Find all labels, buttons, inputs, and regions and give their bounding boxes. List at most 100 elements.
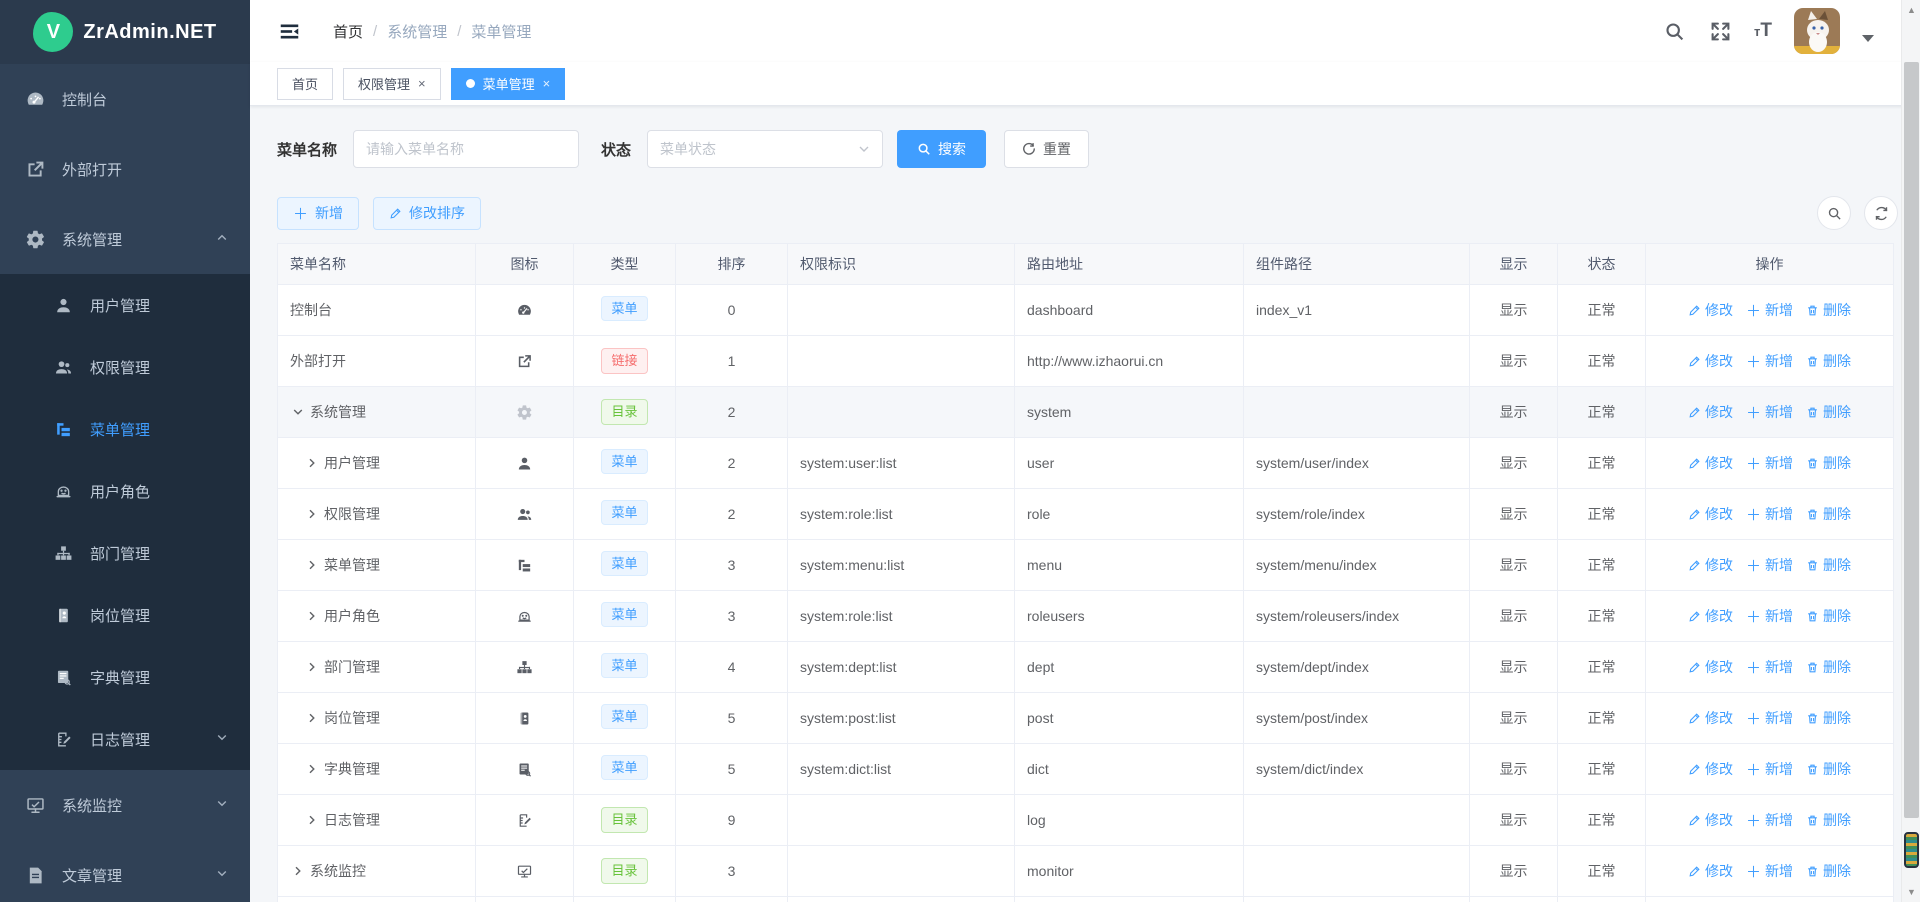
row-action-删除[interactable]: 删除	[1806, 708, 1851, 728]
column-header-权限标识: 权限标识	[788, 244, 1015, 285]
search-icon[interactable]	[1662, 19, 1686, 43]
trash-icon	[1806, 508, 1819, 521]
row-action-修改[interactable]: 修改	[1688, 300, 1733, 320]
add-button[interactable]: ＋ 新增	[277, 197, 359, 230]
row-actions: 修改 ＋新增删除	[1658, 861, 1881, 882]
row-expand-expand-icon[interactable]	[304, 457, 320, 469]
row-action-修改[interactable]: 修改	[1688, 504, 1733, 524]
row-action-修改[interactable]: 修改	[1688, 402, 1733, 422]
row-action-删除[interactable]: 删除	[1806, 759, 1851, 779]
row-action-修改[interactable]: 修改	[1688, 657, 1733, 677]
row-action-新增[interactable]: ＋新增	[1746, 861, 1793, 882]
font-size-icon[interactable]: тT	[1754, 20, 1772, 42]
sidebar-collapse-icon[interactable]	[277, 19, 301, 43]
row-action-新增[interactable]: ＋新增	[1746, 504, 1793, 525]
breadcrumb-home[interactable]: 首页	[333, 21, 363, 42]
menu-name: 日志管理	[324, 810, 380, 830]
row-action-删除[interactable]: 删除	[1806, 657, 1851, 677]
sidebar-item-文章管理[interactable]: 文章管理	[0, 840, 250, 902]
status-select[interactable]: 菜单状态	[647, 130, 883, 168]
scrollbar-thumb[interactable]	[1904, 62, 1919, 818]
row-action-删除[interactable]: 删除	[1806, 555, 1851, 575]
sidebar-item-菜单管理[interactable]: 菜单管理	[0, 398, 250, 460]
tab-权限管理[interactable]: 权限管理×	[343, 68, 441, 100]
user-avatar[interactable]	[1794, 8, 1840, 54]
row-action-新增[interactable]: ＋新增	[1746, 606, 1793, 627]
breadcrumb: 首页 / 系统管理 / 菜单管理	[333, 21, 531, 42]
sidebar-item-系统管理[interactable]: 系统管理	[0, 204, 250, 274]
row-expand-expand-icon[interactable]	[304, 814, 320, 826]
sidebar-item-用户管理[interactable]: 用户管理	[0, 274, 250, 336]
edit-sort-button[interactable]: 修改排序	[373, 197, 481, 230]
row-expand-expand-icon[interactable]	[304, 712, 320, 724]
row-expand-expand-icon[interactable]	[304, 763, 320, 775]
avatar-dropdown-caret[interactable]	[1862, 35, 1874, 42]
fullscreen-icon[interactable]	[1708, 19, 1732, 43]
row-action-删除[interactable]: 删除	[1806, 300, 1851, 320]
active-tab-dot	[466, 79, 475, 88]
row-action-修改[interactable]: 修改	[1688, 810, 1733, 830]
sidebar-item-字典管理[interactable]: 字典管理	[0, 646, 250, 708]
row-action-新增[interactable]: ＋新增	[1746, 402, 1793, 423]
row-action-新增[interactable]: ＋新增	[1746, 555, 1793, 576]
sidebar-item-外部打开[interactable]: 外部打开	[0, 134, 250, 204]
row-action-新增[interactable]: ＋新增	[1746, 453, 1793, 474]
table-row-用户管理: 用户管理菜单2system:user:listusersystem/user/i…	[278, 438, 1894, 489]
table-row-partial	[278, 897, 1894, 902]
row-expand-expand-icon[interactable]	[290, 865, 306, 877]
type-badge: 菜单	[601, 296, 647, 322]
row-action-删除[interactable]: 删除	[1806, 861, 1851, 881]
menu-name-input[interactable]	[353, 130, 579, 168]
row-action-删除[interactable]: 删除	[1806, 453, 1851, 473]
sidebar-item-系统监控[interactable]: 系统监控	[0, 770, 250, 840]
row-action-删除[interactable]: 删除	[1806, 351, 1851, 371]
row-action-新增[interactable]: ＋新增	[1746, 708, 1793, 729]
visible-cell: 显示	[1470, 438, 1558, 489]
row-action-新增[interactable]: ＋新增	[1746, 810, 1793, 831]
tab-close-icon[interactable]: ×	[543, 76, 551, 91]
row-expand-expand-icon[interactable]	[304, 661, 320, 673]
row-action-修改[interactable]: 修改	[1688, 606, 1733, 626]
row-action-删除[interactable]: 删除	[1806, 402, 1851, 422]
row-action-修改[interactable]: 修改	[1688, 708, 1733, 728]
sidebar-item-权限管理[interactable]: 权限管理	[0, 336, 250, 398]
row-action-新增[interactable]: ＋新增	[1746, 351, 1793, 372]
table-refresh-button[interactable]	[1864, 196, 1898, 230]
row-action-删除[interactable]: 删除	[1806, 504, 1851, 524]
order-cell: 3	[676, 540, 788, 591]
row-expand-expand-icon[interactable]	[304, 508, 320, 520]
row-action-修改[interactable]: 修改	[1688, 861, 1733, 881]
row-action-删除[interactable]: 删除	[1806, 810, 1851, 830]
edit-icon	[1688, 457, 1701, 470]
tab-close-icon[interactable]: ×	[418, 76, 426, 91]
scrollbar-color-marker[interactable]	[1904, 832, 1919, 868]
sidebar-item-岗位管理[interactable]: 岗位管理	[0, 584, 250, 646]
badge-icon	[52, 604, 74, 626]
row-action-修改[interactable]: 修改	[1688, 351, 1733, 371]
menu-name-label: 菜单名称	[277, 139, 337, 160]
scrollbar-down-arrow[interactable]: ▼	[1902, 884, 1920, 900]
reset-button[interactable]: 重置	[1004, 130, 1089, 168]
row-expand-expand-icon[interactable]	[304, 610, 320, 622]
tab-首页[interactable]: 首页	[277, 68, 333, 100]
row-action-修改[interactable]: 修改	[1688, 555, 1733, 575]
row-action-修改[interactable]: 修改	[1688, 453, 1733, 473]
scrollbar-up-arrow[interactable]: ▲	[1902, 2, 1920, 18]
sidebar-item-用户角色[interactable]: 用户角色	[0, 460, 250, 522]
row-expand-collapse-icon[interactable]	[290, 406, 306, 418]
row-expand-expand-icon[interactable]	[304, 559, 320, 571]
trash-icon	[1806, 457, 1819, 470]
sidebar-item-部门管理[interactable]: 部门管理	[0, 522, 250, 584]
row-action-新增[interactable]: ＋新增	[1746, 657, 1793, 678]
row-action-删除[interactable]: 删除	[1806, 606, 1851, 626]
row-action-新增[interactable]: ＋新增	[1746, 759, 1793, 780]
refresh-icon	[1022, 142, 1036, 156]
row-action-修改[interactable]: 修改	[1688, 759, 1733, 779]
row-action-新增[interactable]: ＋新增	[1746, 300, 1793, 321]
search-button[interactable]: 搜索	[897, 130, 986, 168]
table-search-toggle-button[interactable]	[1817, 196, 1851, 230]
sidebar-item-日志管理[interactable]: 日志管理	[0, 708, 250, 770]
sidebar-item-控制台[interactable]: 控制台	[0, 64, 250, 134]
tab-菜单管理[interactable]: 菜单管理×	[451, 68, 566, 100]
component-cell: system/menu/index	[1244, 540, 1470, 591]
